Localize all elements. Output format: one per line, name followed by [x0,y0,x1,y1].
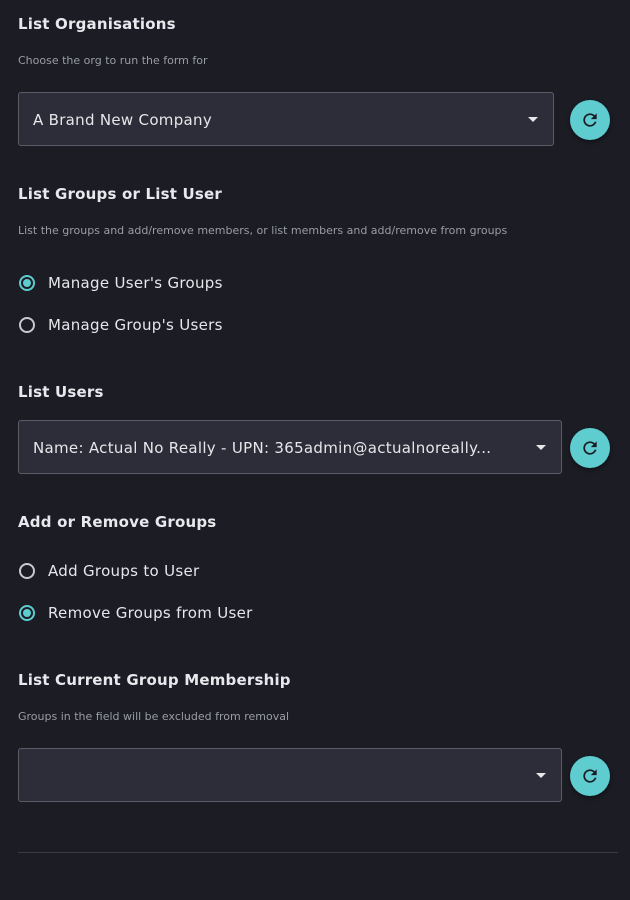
chevron-down-icon [536,445,546,450]
org-refresh-button[interactable] [570,100,610,140]
membership-title: List Current Group Membership [18,671,291,689]
refresh-icon [583,113,597,127]
radio-button[interactable] [19,563,35,579]
org-select[interactable]: A Brand New Company [18,92,554,146]
users-title: List Users [18,383,104,401]
groups-or-user-title: List Groups or List User [18,185,223,203]
radio-remove-groups[interactable]: Remove Groups from User [18,602,253,624]
groups-or-user-description: List the groups and add/remove members, … [18,224,508,237]
radio-label: Manage User's Groups [48,274,223,292]
divider [18,852,618,853]
membership-select[interactable] [18,748,562,802]
radio-button-checked[interactable] [19,275,35,291]
refresh-icon [583,441,597,455]
chevron-down-icon [536,773,546,778]
refresh-icon [583,769,597,783]
user-refresh-button[interactable] [570,428,610,468]
form-page: List Organisations Choose the org to run… [0,0,630,900]
radio-manage-users-groups[interactable]: Manage User's Groups [18,272,223,294]
radio-label: Remove Groups from User [48,604,253,622]
chevron-down-icon [528,117,538,122]
radio-manage-groups-users[interactable]: Manage Group's Users [18,314,223,336]
radio-button[interactable] [19,317,35,333]
add-remove-title: Add or Remove Groups [18,513,217,531]
membership-description: Groups in the field will be excluded fro… [18,710,290,723]
user-select-value: Name: Actual No Really - UPN: 365admin@a… [33,439,492,457]
user-select[interactable]: Name: Actual No Really - UPN: 365admin@a… [18,420,562,474]
radio-label: Manage Group's Users [48,316,223,334]
radio-label: Add Groups to User [48,562,200,580]
membership-refresh-button[interactable] [570,756,610,796]
org-select-value: A Brand New Company [33,111,213,129]
radio-button-checked[interactable] [19,605,35,621]
orgs-description: Choose the org to run the form for [18,54,208,67]
radio-add-groups[interactable]: Add Groups to User [18,560,199,582]
orgs-title: List Organisations [18,15,176,33]
